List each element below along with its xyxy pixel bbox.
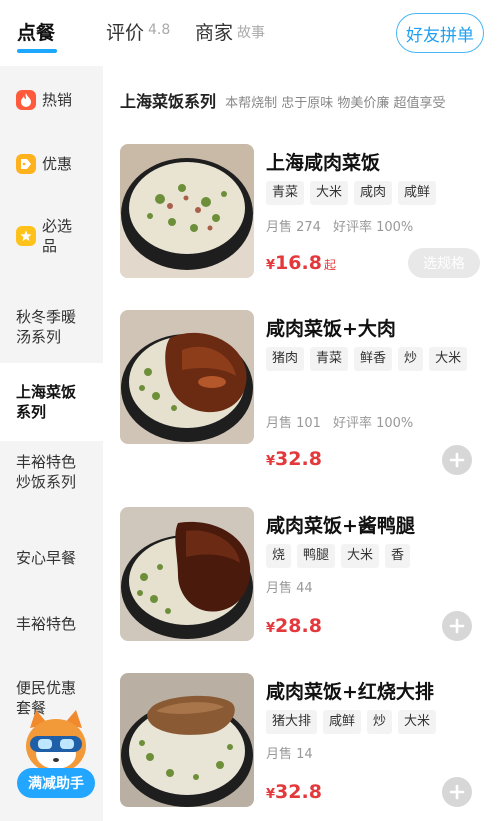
- item-name: 咸肉菜饭+酱鸭腿: [266, 515, 415, 537]
- section-header: 上海菜饭系列 本帮烧制 忠于原味 物美价廉 超值享受: [120, 88, 500, 112]
- sidebar-item-hot[interactable]: 热销: [0, 78, 103, 122]
- price-value: 32.8: [275, 781, 322, 803]
- star-icon: [16, 226, 36, 246]
- tag: 咸鲜: [323, 710, 362, 734]
- plus-icon: [449, 452, 465, 468]
- section-title: 上海菜饭系列: [120, 92, 217, 111]
- tag: 青菜: [266, 181, 305, 205]
- menu-item[interactable]: 咸肉菜饭+大肉 猪肉 青菜 鲜香 炒 大米 月售 101 好评率 100% ¥32…: [104, 310, 500, 480]
- currency-symbol: ¥: [266, 258, 276, 273]
- select-spec-button[interactable]: 选规格: [408, 248, 480, 278]
- tab-merchant[interactable]: 商家: [195, 18, 233, 45]
- sidebar-item-required[interactable]: 必选品: [0, 206, 103, 266]
- sidebar-item-label: 丰裕特色炒饭系列: [16, 453, 77, 491]
- item-price: ¥16.8 起: [266, 252, 336, 274]
- add-to-cart-button[interactable]: [442, 611, 472, 641]
- tag: 青菜: [310, 347, 349, 371]
- price-suffix: 起: [323, 258, 336, 272]
- tag: 猪大排: [266, 710, 318, 734]
- tag: 猪肉: [266, 347, 305, 371]
- food-image[interactable]: [120, 673, 254, 807]
- monthly-sales: 月售 14: [266, 747, 313, 762]
- add-to-cart-button[interactable]: [442, 777, 472, 807]
- tag: 大米: [341, 544, 380, 568]
- tab-reviews[interactable]: 评价: [106, 18, 144, 45]
- section-description: 本帮烧制 忠于原味 物美价廉 超值享受: [225, 96, 446, 111]
- sidebar-item-label: 秋冬季暖汤系列: [16, 308, 77, 346]
- coupon-icon: [16, 154, 36, 174]
- currency-symbol: ¥: [266, 454, 276, 469]
- price-value: 28.8: [275, 615, 322, 637]
- monthly-sales: 月售 101: [266, 416, 321, 431]
- monthly-sales: 月售 274: [266, 220, 321, 235]
- plus-icon: [449, 618, 465, 634]
- item-name: 上海咸肉菜饭: [266, 152, 381, 174]
- review-score: 4.8: [148, 22, 171, 38]
- item-sales: 月售 44: [266, 577, 313, 596]
- item-sales: 月售 274 好评率 100%: [266, 216, 413, 235]
- food-image[interactable]: [120, 144, 254, 278]
- item-tags: 青菜 大米 咸肉 咸鲜: [266, 181, 476, 205]
- currency-symbol: ¥: [266, 787, 276, 802]
- tag: 炒: [367, 710, 393, 734]
- merchant-story-label: 故事: [237, 25, 265, 41]
- tab-order[interactable]: 点餐: [17, 18, 55, 45]
- item-price: ¥32.8: [266, 448, 322, 470]
- add-to-cart-button[interactable]: [442, 445, 472, 475]
- tag: 香: [385, 544, 411, 568]
- positive-rating: 好评率 100%: [332, 416, 414, 431]
- fire-icon: [16, 90, 36, 110]
- positive-rating: 好评率 100%: [332, 220, 414, 235]
- tag: 咸肉: [354, 181, 393, 205]
- currency-symbol: ¥: [266, 621, 276, 636]
- top-tab-bar: 点餐 评价 4.8 商家 故事 好友拼单: [0, 0, 500, 66]
- food-image[interactable]: [120, 310, 254, 444]
- food-image[interactable]: [120, 507, 254, 641]
- sidebar-item-shanghai-rice[interactable]: 上海菜饭系列: [0, 363, 103, 441]
- menu-item[interactable]: 咸肉菜饭+酱鸭腿 烧 鸭腿 大米 香 月售 44 ¥28.8: [104, 507, 500, 647]
- friend-group-order-button[interactable]: 好友拼单: [396, 13, 484, 53]
- tag: 大米: [398, 710, 437, 734]
- item-price: ¥28.8: [266, 615, 322, 637]
- tag: 鸭腿: [297, 544, 336, 568]
- item-price: ¥32.8: [266, 781, 322, 803]
- sidebar-item-breakfast[interactable]: 安心早餐: [0, 536, 103, 580]
- tag: 咸鲜: [398, 181, 437, 205]
- price-value: 16.8: [275, 252, 322, 274]
- tag: 大米: [429, 347, 468, 371]
- sidebar-item-soup[interactable]: 秋冬季暖汤系列: [0, 292, 103, 362]
- sidebar-item-discount[interactable]: 优惠: [0, 142, 103, 186]
- menu-item[interactable]: 咸肉菜饭+红烧大排 猪大排 咸鲜 炒 大米 月售 14 ¥32.8: [104, 673, 500, 813]
- discount-helper-button[interactable]: 满减助手: [17, 768, 95, 798]
- sidebar-item-label: 必选品: [42, 217, 73, 255]
- price-value: 32.8: [275, 448, 322, 470]
- sidebar-item-specialty[interactable]: 丰裕特色: [0, 602, 103, 646]
- item-tags: 烧 鸭腿 大米 香: [266, 544, 476, 568]
- menu-item[interactable]: 上海咸肉菜饭 青菜 大米 咸肉 咸鲜 月售 274 好评率 100% ¥16.8 起…: [104, 144, 500, 284]
- item-tags: 猪肉 青菜 鲜香 炒 大米: [266, 347, 476, 371]
- item-tags: 猪大排 咸鲜 炒 大米: [266, 710, 476, 734]
- tag: 炒: [398, 347, 424, 371]
- sidebar-item-label: 优惠: [42, 155, 73, 173]
- item-name: 咸肉菜饭+大肉: [266, 318, 396, 340]
- plus-icon: [449, 784, 465, 800]
- sidebar-item-label: 安心早餐: [16, 549, 77, 567]
- tag: 鲜香: [354, 347, 393, 371]
- sidebar-item-fried-rice[interactable]: 丰裕特色炒饭系列: [0, 432, 103, 512]
- sidebar-item-label: 丰裕特色: [16, 615, 77, 633]
- sidebar-item-label: 上海菜饭系列: [16, 383, 77, 421]
- active-tab-indicator: [17, 49, 57, 53]
- item-name: 咸肉菜饭+红烧大排: [266, 681, 434, 703]
- item-sales: 月售 101 好评率 100%: [266, 412, 413, 431]
- tag: 烧: [266, 544, 292, 568]
- tag: 大米: [310, 181, 349, 205]
- sidebar-item-label: 热销: [42, 91, 73, 109]
- item-sales: 月售 14: [266, 743, 313, 762]
- monthly-sales: 月售 44: [266, 581, 313, 596]
